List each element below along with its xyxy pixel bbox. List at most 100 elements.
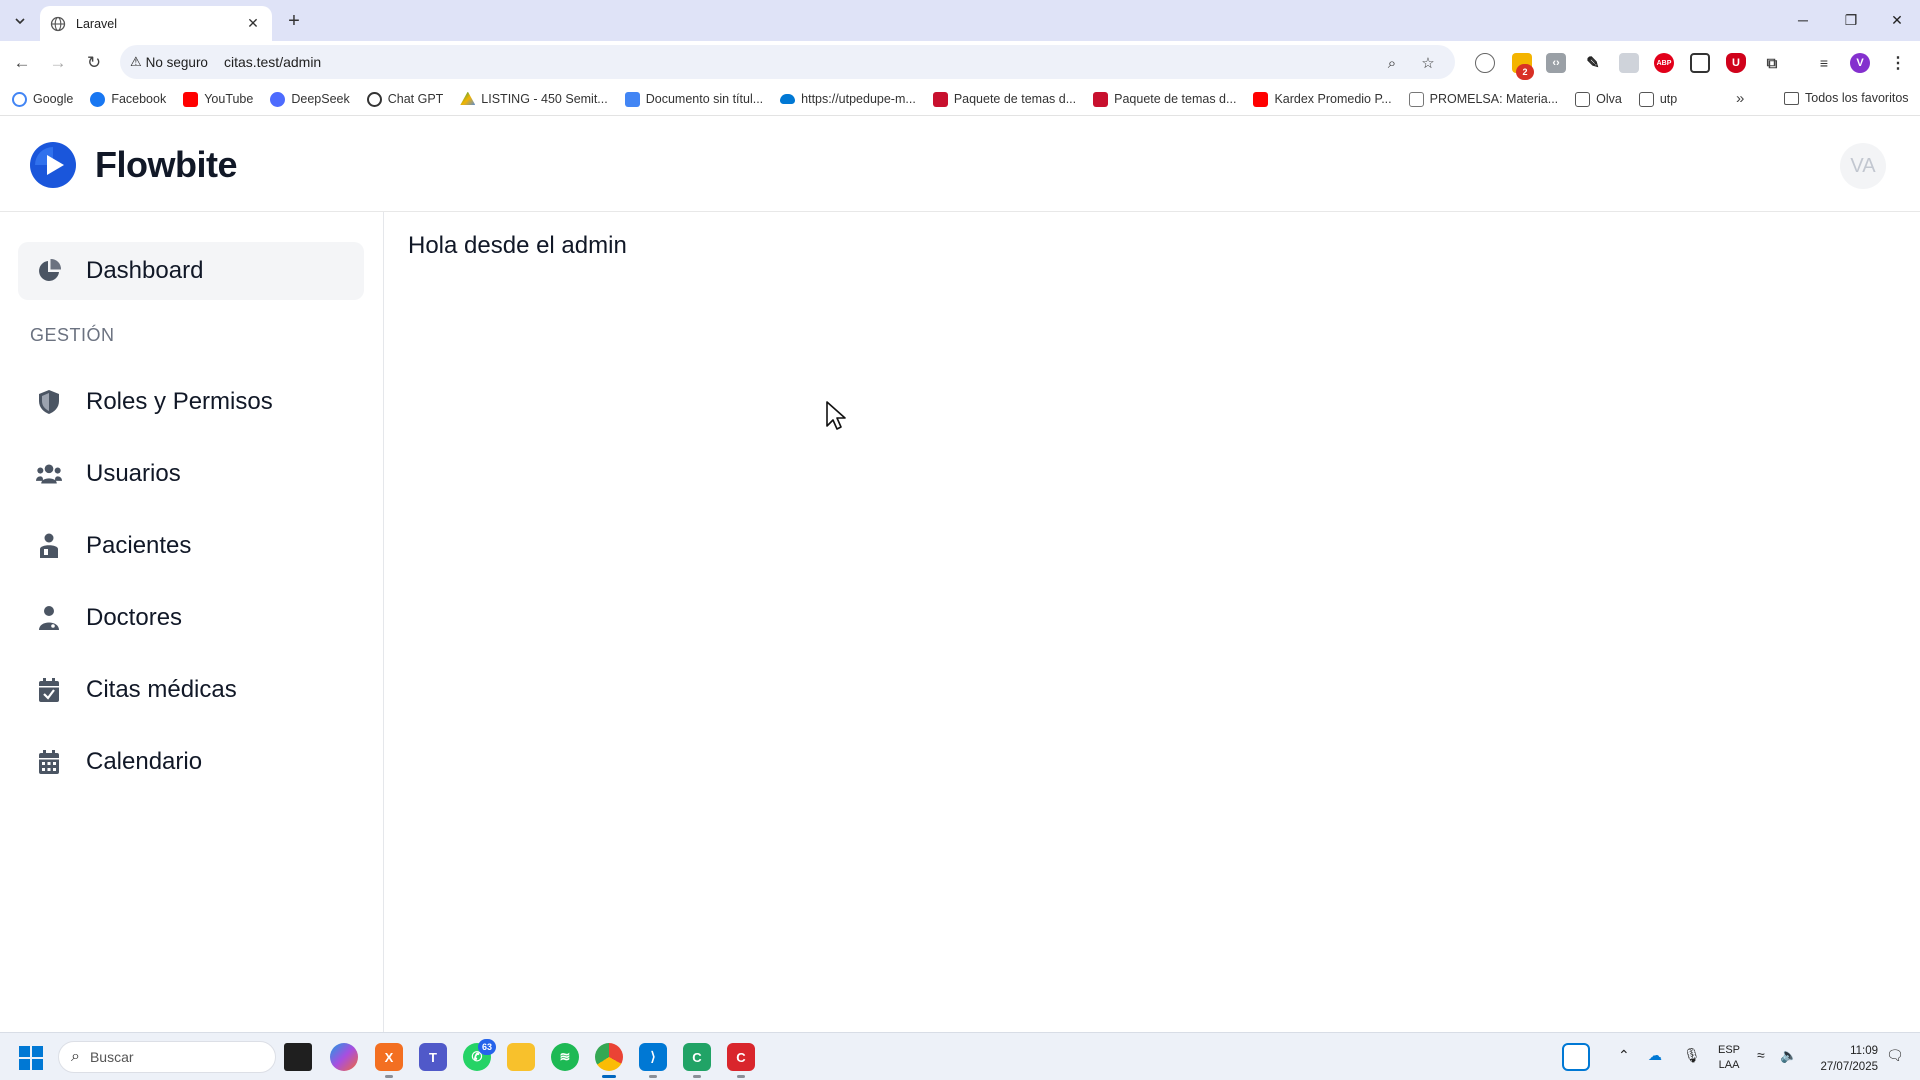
folder-icon bbox=[1784, 91, 1799, 105]
forward-button[interactable]: → bbox=[45, 50, 71, 76]
wifi-icon[interactable]: ≈ bbox=[1757, 1047, 1765, 1063]
new-tab-button[interactable]: + bbox=[282, 9, 306, 33]
copilot-icon[interactable] bbox=[330, 1043, 358, 1071]
browser-menu-icon[interactable]: ⋮ bbox=[1888, 53, 1908, 73]
facebook-icon bbox=[90, 91, 106, 107]
language-indicator[interactable]: ESP LAA bbox=[1718, 1043, 1740, 1073]
shield-extension-icon[interactable]: U bbox=[1726, 53, 1746, 73]
more-bookmarks-icon[interactable]: » bbox=[1736, 90, 1744, 107]
microphone-icon[interactable]: 🎙 bbox=[1683, 1047, 1701, 1064]
minimize-button[interactable]: ─ bbox=[1788, 8, 1818, 32]
address-bar[interactable]: ⚠ No seguro citas.test/admin ⌕ ☆ bbox=[120, 45, 1455, 79]
tab-title: Laravel bbox=[76, 16, 117, 31]
chrome-icon[interactable] bbox=[595, 1043, 623, 1071]
globe-icon bbox=[50, 16, 66, 31]
bookmark-item[interactable]: Kardex Promedio P... bbox=[1253, 91, 1392, 107]
folder-icon bbox=[1575, 91, 1591, 107]
show-hidden-icons-icon[interactable]: ⌃ bbox=[1618, 1047, 1630, 1064]
bookmark-item[interactable]: PROMELSA: Materia... bbox=[1408, 91, 1558, 107]
notification-icon[interactable]: 🗨 bbox=[1886, 1047, 1904, 1064]
sidebar-item-roles[interactable]: Roles y Permisos bbox=[18, 373, 364, 431]
brand-name[interactable]: Flowbite bbox=[95, 144, 238, 186]
restore-button[interactable]: ❐ bbox=[1836, 8, 1866, 32]
mouse-cursor-icon bbox=[826, 401, 846, 430]
google-docs-icon bbox=[624, 91, 640, 107]
url-text[interactable]: citas.test/admin bbox=[224, 54, 321, 70]
doctor-icon bbox=[36, 605, 62, 631]
sidebar-item-label: Roles y Permisos bbox=[86, 388, 273, 415]
tab-search-menu-button[interactable] bbox=[8, 9, 32, 33]
windows-start-icon[interactable] bbox=[18, 1045, 44, 1071]
volume-icon[interactable]: 🔈 bbox=[1780, 1047, 1797, 1064]
bookmark-item[interactable]: DeepSeek bbox=[270, 91, 350, 107]
bookmark-item[interactable]: Chat GPT bbox=[366, 91, 443, 107]
bookmark-folder[interactable]: utp bbox=[1638, 91, 1677, 107]
teams-icon[interactable]: T bbox=[419, 1043, 447, 1071]
user-avatar[interactable]: VA bbox=[1840, 143, 1886, 189]
sidebar-item-label: Pacientes bbox=[86, 532, 192, 559]
bookmark-star-icon[interactable]: ☆ bbox=[1418, 53, 1438, 73]
running-indicator bbox=[385, 1075, 393, 1078]
flowbite-logo-icon[interactable] bbox=[30, 142, 76, 188]
all-bookmarks-folder[interactable]: Todos los favoritos bbox=[1784, 91, 1909, 105]
bookmark-item[interactable]: Paquete de temas d... bbox=[1093, 91, 1236, 107]
bookmark-item[interactable]: Paquete de temas d... bbox=[932, 91, 1076, 107]
task-view-icon[interactable] bbox=[284, 1043, 312, 1071]
sidebar-item-doctores[interactable]: Doctores bbox=[18, 589, 364, 647]
extension-icon[interactable] bbox=[1475, 53, 1495, 73]
chatgpt-icon bbox=[366, 91, 382, 107]
sidebar-item-dashboard[interactable]: Dashboard bbox=[18, 242, 364, 300]
tab-close-icon[interactable]: ✕ bbox=[244, 15, 262, 33]
running-indicator bbox=[737, 1075, 745, 1078]
running-indicator bbox=[649, 1075, 657, 1078]
close-window-button[interactable]: ✕ bbox=[1882, 8, 1912, 32]
extension-icon[interactable] bbox=[1619, 53, 1639, 73]
bookmarks-bar: Google Facebook YouTube DeepSeek Chat GP… bbox=[0, 83, 1920, 116]
bookmark-item[interactable]: Google bbox=[12, 91, 73, 107]
browser-tab[interactable]: Laravel ✕ bbox=[40, 6, 272, 41]
widgets-icon[interactable] bbox=[1562, 1043, 1590, 1071]
camtasia-icon[interactable]: C bbox=[683, 1043, 711, 1071]
shield-icon bbox=[36, 389, 62, 415]
qr-code-icon[interactable] bbox=[1690, 53, 1710, 73]
bookmark-item[interactable]: https://utpedupe-m... bbox=[780, 92, 916, 106]
utp-icon bbox=[1093, 91, 1109, 107]
pie-chart-icon bbox=[36, 258, 62, 284]
pen-extension-icon[interactable]: ✎ bbox=[1583, 53, 1603, 73]
bookmark-item[interactable]: Documento sin títul... bbox=[624, 91, 763, 107]
calendar-icon bbox=[36, 749, 62, 775]
sidebar-item-calendario[interactable]: Calendario bbox=[18, 733, 364, 791]
xampp-icon[interactable]: X bbox=[375, 1043, 403, 1071]
system-clock[interactable]: 11:09 27/07/2025 bbox=[1812, 1043, 1878, 1075]
folder-icon bbox=[1638, 91, 1654, 107]
media-control-icon[interactable]: ≡ bbox=[1814, 53, 1834, 73]
users-icon bbox=[36, 461, 62, 487]
reload-button[interactable]: ↻ bbox=[81, 50, 107, 76]
search-icon: ⌕ bbox=[71, 1048, 80, 1065]
adblock-icon[interactable]: ABP bbox=[1654, 53, 1674, 73]
calendar-check-icon bbox=[36, 677, 62, 703]
sidebar-item-pacientes[interactable]: Pacientes bbox=[18, 517, 364, 575]
file-explorer-icon[interactable] bbox=[507, 1043, 535, 1071]
sidebar-item-label: Citas médicas bbox=[86, 676, 237, 703]
sidebar-item-citas[interactable]: Citas médicas bbox=[18, 661, 364, 719]
profile-avatar[interactable]: V bbox=[1850, 53, 1870, 73]
bookmark-item[interactable]: YouTube bbox=[183, 91, 253, 107]
onedrive-tray-icon[interactable]: ☁ bbox=[1648, 1047, 1662, 1064]
warning-icon[interactable]: ⚠ bbox=[130, 54, 142, 70]
security-label[interactable]: No seguro bbox=[146, 55, 208, 70]
vscode-icon[interactable]: ⟩ bbox=[639, 1043, 667, 1071]
spotify-icon[interactable]: ≋ bbox=[551, 1043, 579, 1071]
sidebar-item-usuarios[interactable]: Usuarios bbox=[18, 445, 364, 503]
bookmark-folder[interactable]: Olva bbox=[1575, 91, 1622, 107]
recorder-icon[interactable]: C bbox=[727, 1043, 755, 1071]
back-button[interactable]: ← bbox=[9, 50, 35, 76]
patient-icon bbox=[36, 533, 62, 559]
taskbar-search-box[interactable]: ⌕ Buscar bbox=[58, 1041, 276, 1073]
zoom-icon[interactable]: ⌕ bbox=[1382, 53, 1402, 73]
chevron-down-icon bbox=[15, 18, 25, 25]
bookmark-item[interactable]: LISTING - 450 Semit... bbox=[460, 91, 608, 107]
extensions-puzzle-icon[interactable]: ⧉ bbox=[1762, 53, 1782, 73]
code-extension-icon[interactable]: ‹› bbox=[1546, 53, 1566, 73]
bookmark-item[interactable]: Facebook bbox=[90, 91, 166, 107]
